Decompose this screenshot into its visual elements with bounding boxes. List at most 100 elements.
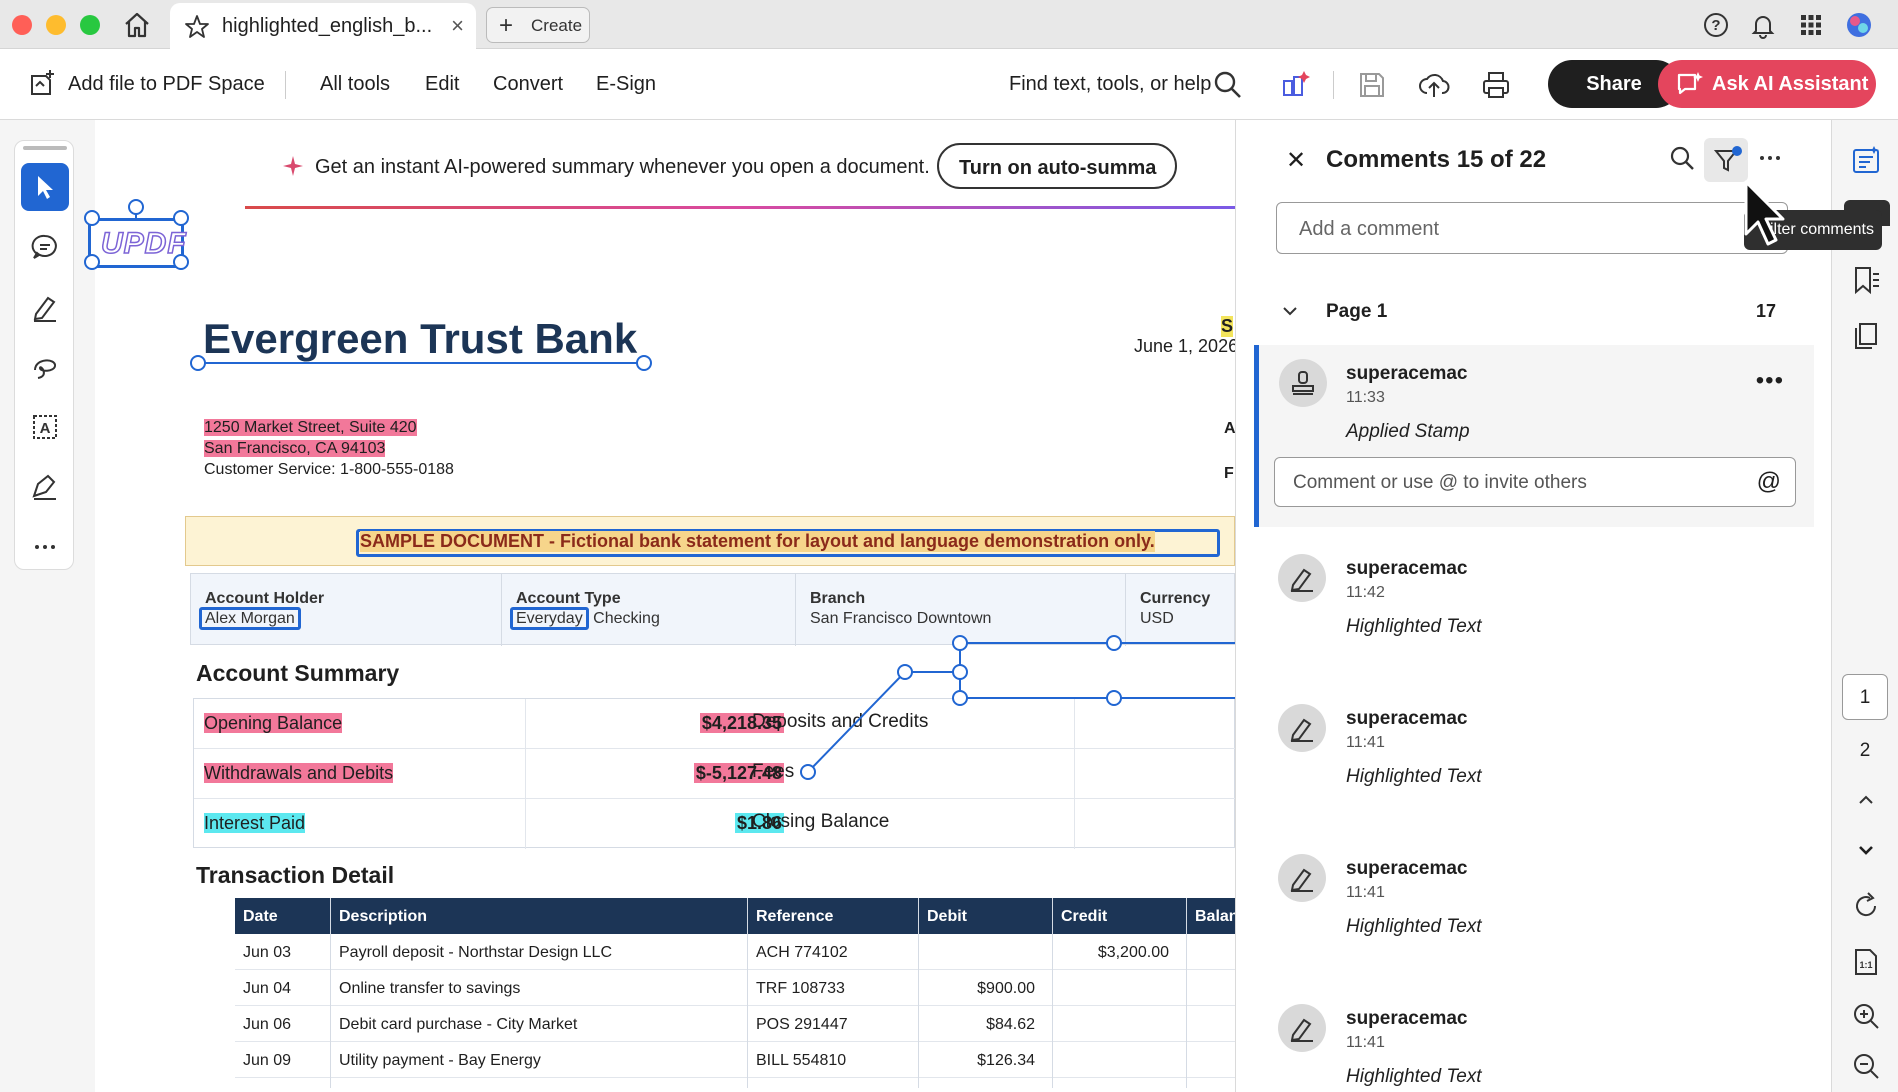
close-comments-icon[interactable]: ✕ <box>1286 146 1306 175</box>
print-icon[interactable] <box>1480 69 1512 101</box>
comment-icon <box>31 234 57 259</box>
more-tools-button[interactable] <box>21 523 69 571</box>
minimize-window-button[interactable] <box>46 15 66 35</box>
maximize-window-button[interactable] <box>80 15 100 35</box>
branch-value: San Francisco Downtown <box>810 610 992 627</box>
highlight-address-2[interactable]: San Francisco, CA 94103 <box>204 440 386 457</box>
auto-summarize-button[interactable]: Turn on auto-summa <box>937 143 1177 189</box>
ai-tools-icon[interactable] <box>1280 69 1312 101</box>
rotate-icon[interactable] <box>1850 890 1882 922</box>
tx-date: Jun 06 <box>243 1016 292 1033</box>
account-holder-annotation[interactable]: Alex Morgan <box>199 607 301 630</box>
add-comment-input[interactable]: Add a comment <box>1276 202 1788 254</box>
highlight-opening-balance[interactable]: Opening Balance <box>204 713 343 733</box>
convert-menu[interactable]: Convert <box>493 73 563 96</box>
zoom-in-icon[interactable] <box>1850 1000 1882 1032</box>
search-comments-icon[interactable] <box>1668 144 1700 176</box>
table-row: Jun 03 Payroll deposit - Northstar Desig… <box>235 934 1235 970</box>
comment-action: Highlighted Text <box>1346 616 1482 637</box>
save-icon[interactable] <box>1356 69 1388 101</box>
chevron-down-icon[interactable] <box>1850 834 1882 866</box>
currency-label: Currency <box>1140 590 1211 607</box>
search-icon[interactable] <box>1212 69 1244 101</box>
upload-cloud-icon[interactable] <box>1418 69 1450 101</box>
filter-active-dot <box>1732 146 1742 156</box>
transaction-detail-title: Transaction Detail <box>196 862 395 888</box>
filter-icon <box>1713 150 1739 172</box>
comments-panel-icon[interactable] <box>1850 144 1882 176</box>
edit-menu[interactable]: Edit <box>425 73 459 96</box>
transaction-header-row: Date Description Reference Debit Credit … <box>235 898 1239 934</box>
account-summary-table: Opening Balance $4,218.35 Deposits and C… <box>193 698 1236 849</box>
text-box-tool-button[interactable]: A <box>21 403 69 451</box>
account-type-value: Everyday Checking <box>510 607 660 630</box>
summary-row: Opening Balance $4,218.35 Deposits and C… <box>194 699 1236 749</box>
comment-card[interactable]: superacemac 11:41 Highlighted Text <box>1254 990 1814 1092</box>
header-balance: Balan <box>1195 908 1239 925</box>
summary-row: Withdrawals and Debits $-5,127.48 Fees <box>194 749 1236 799</box>
filter-comments-button[interactable] <box>1704 138 1748 182</box>
highlight-interest[interactable]: Interest Paid <box>204 813 306 833</box>
comment-card[interactable]: superacemac 11:41 Highlighted Text <box>1254 690 1814 820</box>
chevron-down-icon[interactable] <box>1278 299 1302 328</box>
ask-ai-assistant-button[interactable]: Ask AI Assistant <box>1658 60 1876 108</box>
tx-date: Jun 03 <box>243 944 292 961</box>
account-holder-value: Alex Morgan <box>199 607 301 630</box>
fit-page-icon[interactable]: 1:1 <box>1850 946 1882 978</box>
comments-panel: ✕ Comments 15 of 22 Add a comment Page 1… <box>1235 120 1831 1092</box>
tab-close-icon[interactable]: × <box>451 13 464 39</box>
highlight-tool-button[interactable] <box>21 283 69 331</box>
comment-author: superacemac <box>1346 558 1468 579</box>
currency-value: USD <box>1140 610 1174 627</box>
home-icon[interactable] <box>122 10 152 40</box>
chevron-up-icon[interactable] <box>1850 784 1882 816</box>
page-group-label: Page 1 <box>1326 301 1388 322</box>
comment-tool-button[interactable] <box>21 223 69 271</box>
sign-tool-button[interactable] <box>21 463 69 511</box>
help-icon[interactable]: ? <box>1702 11 1730 39</box>
pages-icon[interactable] <box>1850 320 1882 352</box>
sparkle-icon <box>282 155 304 182</box>
main-toolbar: Add file to PDF Space All tools Edit Con… <box>0 49 1898 120</box>
more-options-icon[interactable] <box>1756 144 1788 176</box>
profile-avatar[interactable] <box>1845 11 1873 39</box>
ai-chat-icon <box>1677 72 1703 95</box>
tx-debit: $84.62 <box>986 1016 1035 1033</box>
highlight-address-1[interactable]: 1250 Market Street, Suite 420 <box>204 419 417 436</box>
page-group-header[interactable]: Page 1 17 <box>1276 295 1796 335</box>
esign-menu[interactable]: E-Sign <box>596 73 656 96</box>
star-icon[interactable] <box>184 14 210 45</box>
mention-icon[interactable]: @ <box>1757 468 1781 496</box>
select-tool-button[interactable] <box>21 163 69 211</box>
zoom-out-icon[interactable] <box>1850 1050 1882 1082</box>
highlighter-avatar-icon <box>1278 1004 1326 1052</box>
comment-card[interactable]: superacemac 11:33 Applied Stamp ••• Comm… <box>1254 345 1814 527</box>
all-tools-menu[interactable]: All tools <box>320 73 390 96</box>
toolbar-divider <box>1333 71 1334 99</box>
page-number-next[interactable]: 2 <box>1842 728 1888 774</box>
header-date: Date <box>243 908 278 925</box>
reply-input[interactable]: Comment or use @ to invite others @ <box>1274 457 1796 507</box>
close-window-button[interactable] <box>12 15 32 35</box>
tx-description: Utility payment - Bay Energy <box>339 1052 541 1069</box>
find-field[interactable]: Find text, tools, or help <box>1009 73 1211 96</box>
apps-grid-icon[interactable] <box>1797 11 1825 39</box>
document-tab[interactable]: highlighted_english_b... × <box>170 3 476 49</box>
account-holder-label: Account Holder <box>205 590 325 607</box>
create-button[interactable]: + Create <box>486 7 590 43</box>
account-type-annotation[interactable]: Everyday <box>510 607 589 630</box>
draw-tool-button[interactable] <box>21 343 69 391</box>
comment-card[interactable]: superacemac 11:42 Highlighted Text <box>1254 540 1814 670</box>
page-number-current[interactable]: 1 <box>1842 674 1888 720</box>
highlight-withdrawals[interactable]: Withdrawals and Debits <box>204 763 394 783</box>
comment-card[interactable]: superacemac 11:41 Highlighted Text <box>1254 840 1814 970</box>
add-file-icon[interactable] <box>26 68 58 100</box>
drag-handle[interactable] <box>23 146 67 150</box>
bookmark-icon[interactable] <box>1850 264 1882 296</box>
add-file-button[interactable]: Add file to PDF Space <box>68 73 265 96</box>
comment-more-icon[interactable]: ••• <box>1756 367 1784 395</box>
branch-cell: Branch San Francisco Downtown <box>796 574 1126 646</box>
bell-icon[interactable] <box>1749 11 1777 39</box>
tx-reference: TRF 108733 <box>756 980 845 997</box>
updf-stamp[interactable]: UPDF <box>88 218 186 268</box>
